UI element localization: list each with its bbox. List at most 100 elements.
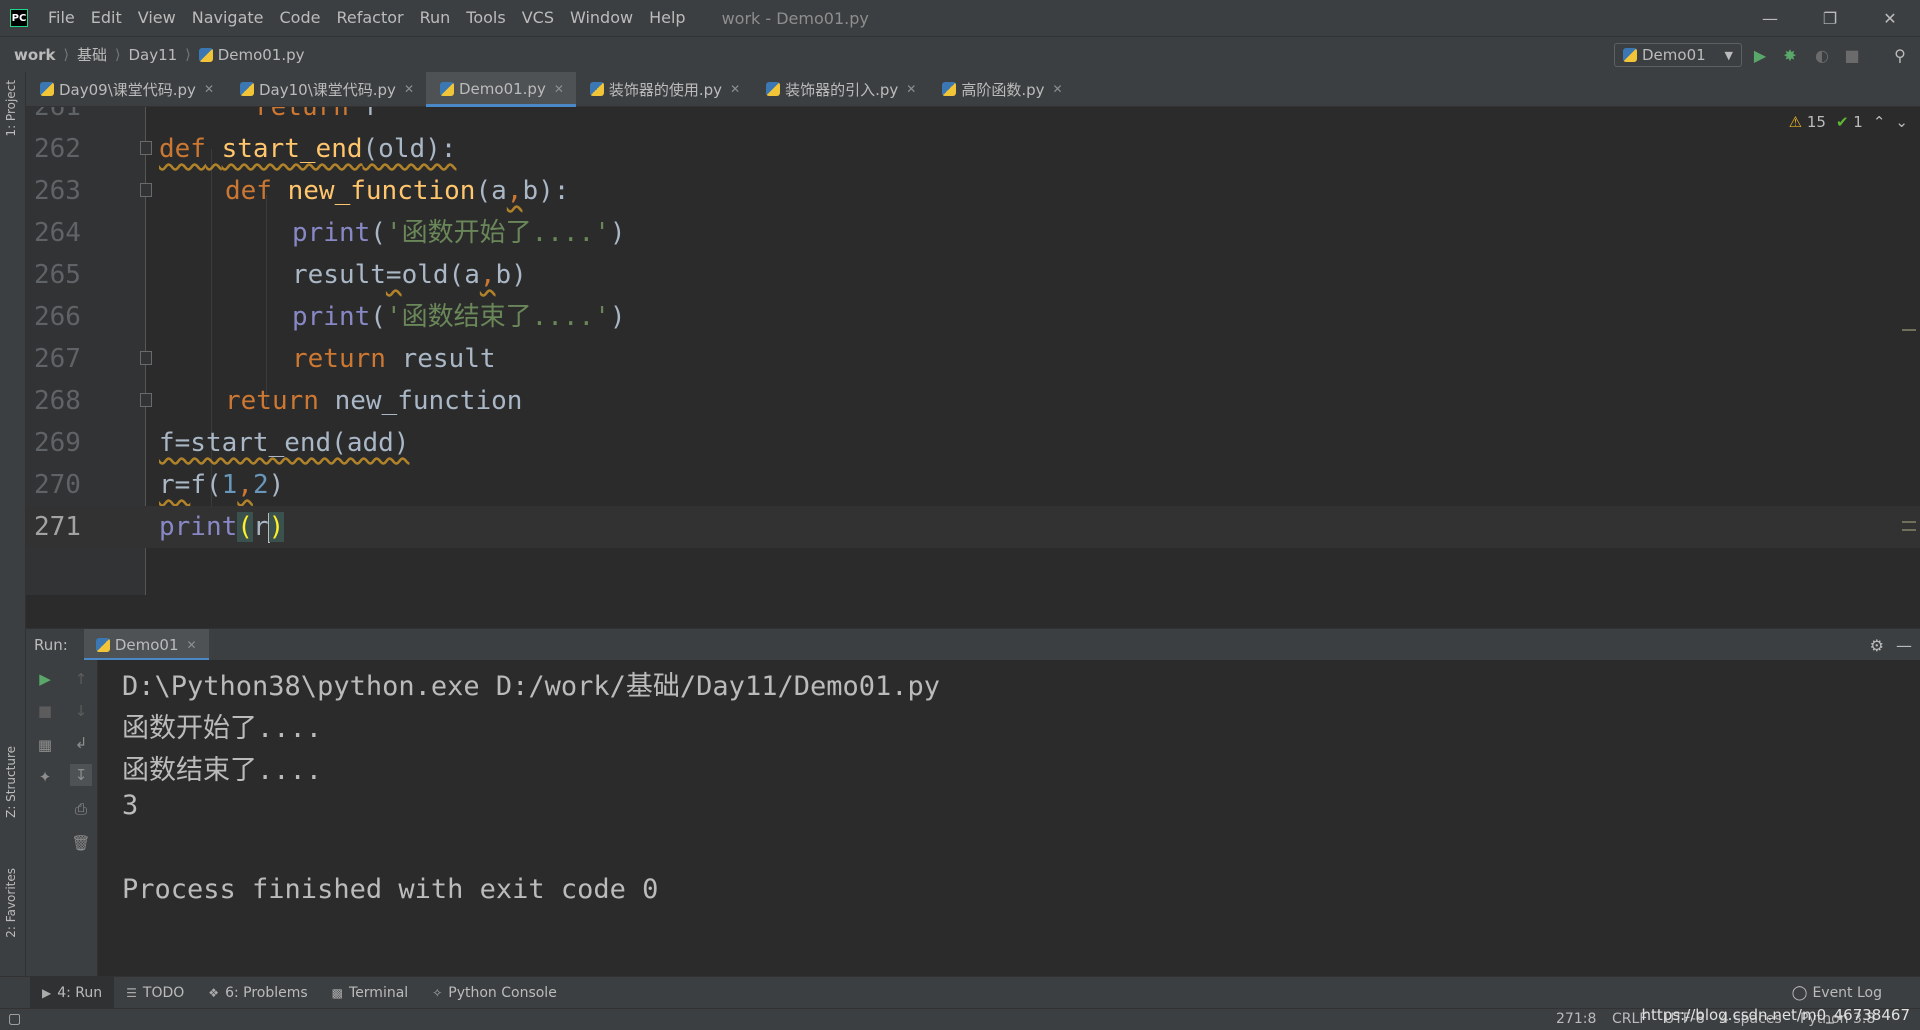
- tab-decorator-intro[interactable]: 装饰器的引入.py ✕: [752, 72, 928, 106]
- run-panel-header: Run: Demo01 ✕ ⚙ —: [26, 628, 1920, 661]
- line-number: 266: [34, 302, 81, 332]
- play-icon: ▶: [42, 985, 52, 1000]
- tab-higher-order[interactable]: 高阶函数.py ✕: [928, 72, 1074, 106]
- fold-marker-icon[interactable]: [140, 393, 152, 407]
- tab-demo01[interactable]: Demo01.py ✕: [426, 72, 576, 107]
- breadcrumb-folder[interactable]: 基础: [77, 44, 107, 65]
- restore-icon[interactable]: ❐: [1800, 0, 1860, 36]
- code-text: print('函数开始了....'): [292, 218, 626, 248]
- close-icon[interactable]: ✕: [906, 82, 916, 96]
- scrollbar-marker[interactable]: [1902, 521, 1916, 523]
- event-log-button[interactable]: ◯ Event Log: [1792, 977, 1882, 1008]
- close-icon[interactable]: ✕: [204, 82, 214, 96]
- tool-python-console[interactable]: ✧ Python Console: [420, 977, 569, 1008]
- menu-tools[interactable]: Tools: [458, 0, 513, 36]
- list-icon: ☰: [126, 985, 137, 1000]
- scrollbar-marker[interactable]: [1902, 329, 1916, 331]
- close-icon[interactable]: ✕: [554, 82, 564, 96]
- favorites-tool-tab[interactable]: 2: Favorites: [4, 868, 18, 938]
- breadcrumb-day11[interactable]: Day11: [129, 46, 178, 64]
- caret-position[interactable]: 271:8: [1556, 1011, 1596, 1027]
- event-log-icon: ◯: [1791, 984, 1808, 1001]
- print-icon[interactable]: ⎙: [70, 798, 92, 820]
- python-file-icon: [942, 82, 957, 96]
- close-icon[interactable]: ✕: [1053, 82, 1063, 96]
- menu-vcs[interactable]: VCS: [514, 0, 562, 36]
- close-icon[interactable]: ✕: [186, 638, 196, 652]
- python-file-icon: [1623, 48, 1637, 62]
- menu-run[interactable]: Run: [412, 0, 459, 36]
- debug-icon[interactable]: ✸: [1780, 45, 1800, 65]
- trash-icon[interactable]: 🗑: [70, 832, 92, 854]
- tab-label: 装饰器的使用.py: [608, 80, 723, 99]
- minimize-panel-icon[interactable]: —: [1896, 636, 1912, 655]
- run-icon[interactable]: ▶: [1750, 45, 1770, 65]
- fold-marker-icon[interactable]: [140, 351, 152, 365]
- breadcrumb-file[interactable]: Demo01.py: [198, 46, 305, 64]
- tab-label: 高阶函数.py: [961, 80, 1045, 99]
- line-number: 271: [34, 512, 81, 542]
- stop-icon[interactable]: ■: [34, 700, 56, 722]
- chevron-down-icon[interactable]: ⌄: [1895, 113, 1908, 131]
- run-configuration-select[interactable]: Demo01 ▼: [1614, 43, 1742, 67]
- close-icon[interactable]: ✕: [1860, 0, 1920, 36]
- chevron-down-icon: ▼: [1724, 48, 1733, 62]
- menu-edit[interactable]: Edit: [83, 0, 130, 36]
- fold-marker-icon[interactable]: [140, 141, 152, 155]
- code-editor[interactable]: 261 return r 262 def start_end(old): 263…: [26, 107, 1920, 595]
- menu-window[interactable]: Window: [562, 0, 641, 36]
- menu-view[interactable]: View: [130, 0, 184, 36]
- scrollbar-marker[interactable]: [1902, 529, 1916, 531]
- python-file-icon: [198, 47, 213, 62]
- arrow-up-icon[interactable]: ↑: [70, 668, 92, 690]
- rerun-icon[interactable]: ▶: [34, 668, 56, 690]
- minimize-icon[interactable]: —: [1740, 0, 1800, 36]
- run-tab-demo01[interactable]: Demo01 ✕: [83, 629, 209, 661]
- search-icon[interactable]: ⚲: [1890, 45, 1910, 65]
- stop-icon[interactable]: ■: [1842, 45, 1862, 65]
- tab-decorator-use[interactable]: 装饰器的使用.py ✕: [576, 72, 752, 106]
- code-text: return r: [255, 107, 381, 122]
- structure-tool-tab[interactable]: Z: Structure: [4, 746, 18, 818]
- settings-gear-icon[interactable]: ⚙: [1870, 636, 1884, 655]
- code-text: def start_end(old):: [159, 134, 457, 164]
- line-number: 264: [34, 218, 81, 248]
- breadcrumb-separator-icon: ⟩: [185, 46, 191, 63]
- menu-file[interactable]: File: [40, 0, 83, 36]
- check-icon: ✔: [1835, 113, 1849, 131]
- inspection-widget[interactable]: ⚠ 15 ✔ 1 ⌃ ⌄: [1789, 113, 1908, 131]
- arrow-down-icon[interactable]: ↓: [70, 700, 92, 722]
- menu-refactor[interactable]: Refactor: [328, 0, 411, 36]
- tool-run[interactable]: ▶ 4: Run: [30, 977, 115, 1008]
- breadcrumb-work[interactable]: work: [14, 46, 56, 64]
- soft-wrap-icon[interactable]: ↲: [70, 732, 92, 754]
- navigation-bar: work ⟩ 基础 ⟩ Day11 ⟩ Demo01.py Demo01 ▼ ▶…: [0, 36, 1920, 72]
- tool-problems[interactable]: ❖ 6: Problems: [196, 977, 319, 1008]
- scroll-to-end-icon[interactable]: ↧: [70, 764, 92, 786]
- pin-icon[interactable]: ✦: [34, 766, 56, 788]
- tab-day09[interactable]: Day09\课堂代码.py ✕: [26, 72, 226, 106]
- left-tool-strip: 1: Project Z: Structure 2: Favorites: [0, 72, 26, 1012]
- breadcrumb-separator-icon: ⟩: [63, 46, 70, 63]
- project-tool-tab[interactable]: 1: Project: [4, 80, 18, 137]
- menu-help[interactable]: Help: [641, 0, 693, 36]
- python-file-icon: [40, 82, 54, 96]
- line-number: 261: [34, 107, 81, 122]
- menu-navigate[interactable]: Navigate: [184, 0, 272, 36]
- tool-todo[interactable]: ☰ TODO: [114, 977, 196, 1008]
- close-icon[interactable]: ✕: [730, 82, 740, 96]
- toggle-panels-icon[interactable]: ▢: [8, 1011, 21, 1027]
- fold-marker-icon[interactable]: [140, 183, 152, 197]
- layout-icon[interactable]: ▦: [34, 734, 56, 756]
- tab-day10[interactable]: Day10\课堂代码.py ✕: [226, 72, 426, 106]
- menu-code[interactable]: Code: [272, 0, 329, 36]
- tool-terminal[interactable]: ▩ Terminal: [320, 977, 421, 1008]
- chevron-up-icon[interactable]: ⌃: [1873, 113, 1886, 131]
- python-file-icon: [95, 638, 110, 652]
- tool-todo-label: TODO: [142, 984, 185, 1001]
- run-console[interactable]: D:\Python38\python.exe D:/work/基础/Day11/…: [98, 660, 1920, 976]
- code-line-current: 271 print(r): [26, 506, 1920, 548]
- close-icon[interactable]: ✕: [404, 82, 414, 96]
- coverage-icon[interactable]: ◐: [1812, 45, 1832, 65]
- python-file-icon: [240, 82, 254, 96]
